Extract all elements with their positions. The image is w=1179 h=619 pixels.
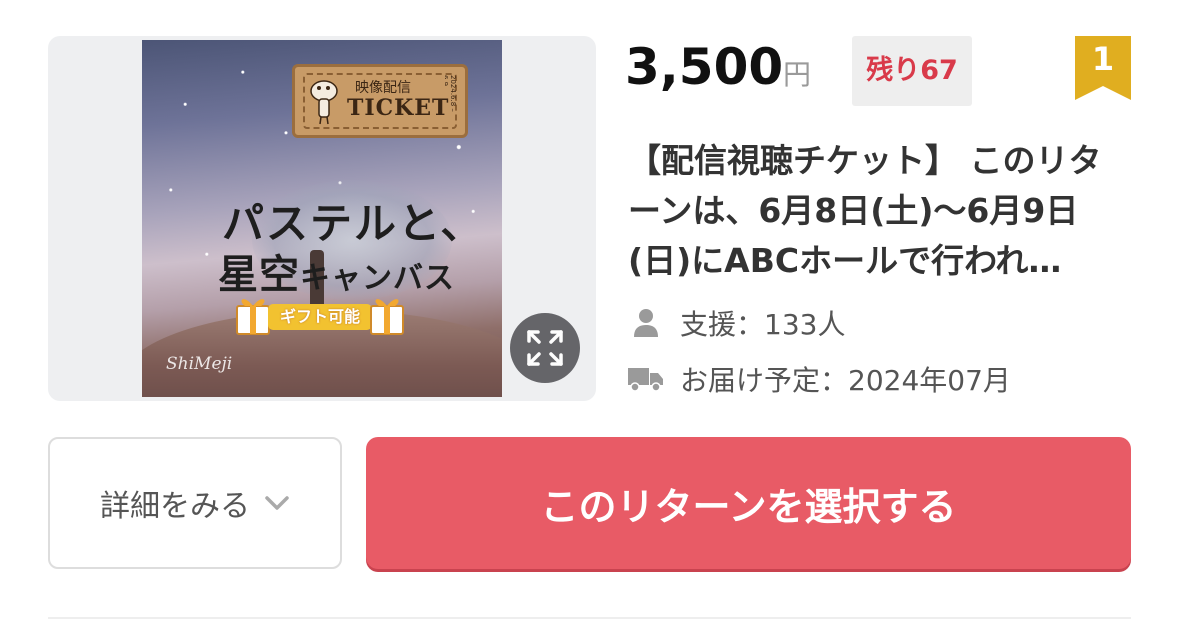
remaining-stock-badge: 残り67 (852, 36, 972, 106)
mushroom-mascot-icon (310, 80, 338, 125)
gift-badge: ギフト可能 (234, 292, 406, 338)
supporters-row: 支援：133人 (628, 303, 845, 343)
supporters-count: 支援：133人 (680, 308, 846, 341)
reward-price: 3,500 (625, 38, 784, 96)
reward-card: 映像配信 TICKET 2024.6.8 – 6.9 パステルと、 星空キャンバ… (0, 0, 1179, 619)
delivery-row: お届け予定：2024年07月 (628, 359, 1011, 399)
ticket-title: TICKET (347, 95, 450, 121)
select-reward-button[interactable]: このリターンを選択する (366, 437, 1131, 569)
delivery-date: お届け予定：2024年07月 (680, 364, 1011, 397)
expand-icon (527, 330, 563, 366)
artist-signature: ShiMeji (166, 354, 233, 374)
chevron-down-icon (264, 495, 290, 511)
ticket-graphic: 映像配信 TICKET 2024.6.8 – 6.9 (292, 64, 468, 138)
gift-box-icon (370, 299, 404, 335)
currency-label: 円 (783, 58, 812, 91)
reward-artwork: 映像配信 TICKET 2024.6.8 – 6.9 パステルと、 星空キャンバ… (142, 40, 502, 397)
view-details-button[interactable]: 詳細をみる (48, 437, 342, 569)
gift-box-icon (236, 299, 270, 335)
rank-number: 1 (1091, 40, 1115, 78)
artwork-title-line2-b: キャンバス (300, 261, 455, 296)
reward-title: 【配信視聴チケット】 このリターンは、6月8日(土)〜6月9日(日)にABCホー… (628, 141, 1102, 280)
ticket-date: 2024.6.8 – 6.9 (445, 75, 457, 112)
person-icon (628, 307, 664, 339)
truck-icon (628, 363, 664, 395)
view-details-label: 詳細をみる (100, 489, 250, 524)
artwork-title-line2-a: 星空 (218, 251, 300, 298)
expand-image-button[interactable] (510, 313, 580, 383)
gift-label: ギフト可能 (268, 304, 372, 330)
ticket-subtitle: 映像配信 (355, 80, 411, 96)
